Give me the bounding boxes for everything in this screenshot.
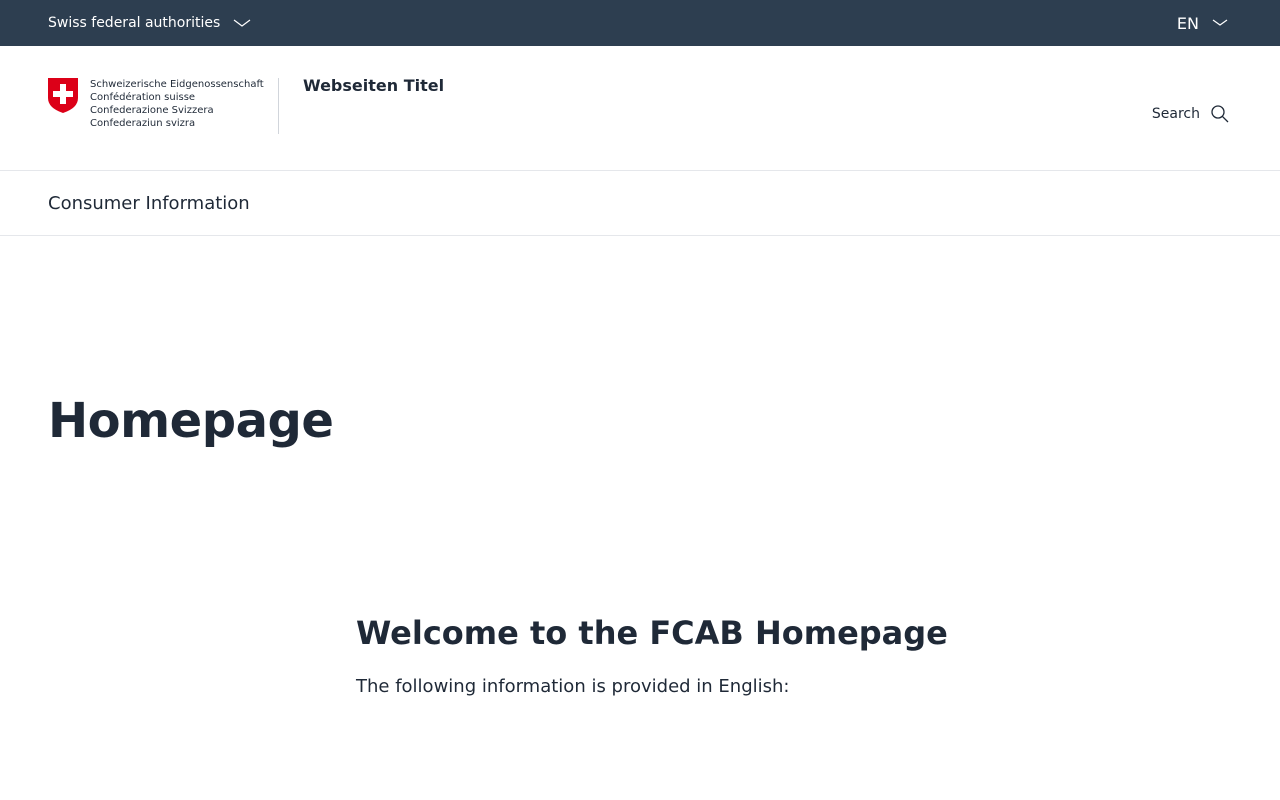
site-header: Schweizerische Eidgenossenschaft Confédé… [0,46,1280,171]
nav-item-consumer-information[interactable]: Consumer Information [48,171,250,235]
chevron-down-icon [1212,18,1228,28]
logo-line-de: Schweizerische Eidgenossenschaft [90,79,264,90]
logo-line-it: Confederazione Svizzera [90,105,214,116]
page-title: Homepage [48,393,334,449]
logo-wordmark: Schweizerische Eidgenossenschaft Confédé… [90,78,264,130]
header-divider [278,78,279,134]
swiss-confederation-logo[interactable]: Schweizerische Eidgenossenschaft Confédé… [48,78,264,130]
site-title[interactable]: Webseiten Titel [303,76,444,95]
chevron-down-icon [233,18,251,28]
search-label: Search [1151,106,1200,122]
language-selector[interactable]: EN [1177,0,1228,46]
language-label: EN [1176,13,1199,33]
top-bar: Swiss federal authorities EN [0,0,1280,46]
search-button[interactable]: Search [1152,104,1230,124]
main-navigation: Consumer Information [0,171,1280,236]
intro-text: The following information is provided in… [356,676,790,697]
federal-authorities-label: Swiss federal authorities [48,15,221,31]
federal-authorities-dropdown[interactable]: Swiss federal authorities [48,0,251,46]
swiss-flag-icon [48,78,78,113]
welcome-heading: Welcome to the FCAB Homepage [356,614,948,652]
logo-line-rm: Confederaziun svizra [90,118,196,129]
search-icon [1210,104,1230,124]
logo-line-fr: Confédération suisse [90,92,196,103]
